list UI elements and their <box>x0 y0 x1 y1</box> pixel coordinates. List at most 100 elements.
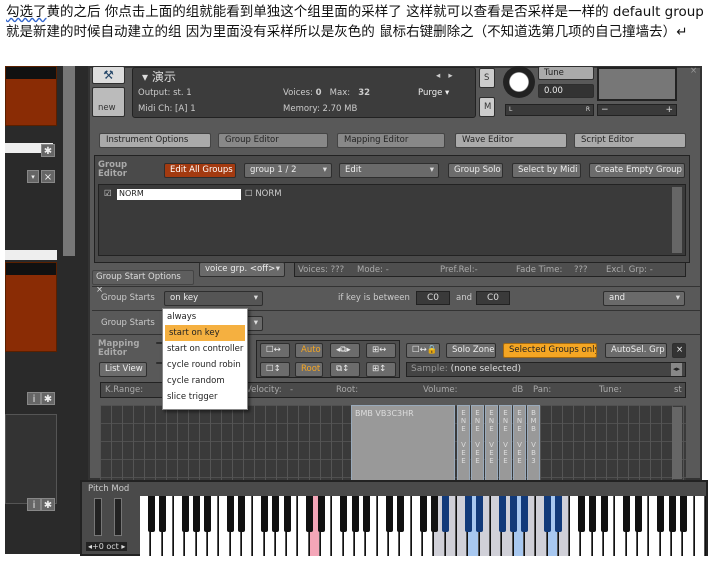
new-button[interactable]: new <box>92 87 125 117</box>
wrench-icon[interactable]: ⚒ <box>92 66 125 84</box>
mod-wheel[interactable] <box>114 498 122 536</box>
info-icon[interactable]: i <box>27 498 41 511</box>
sample-zone-column[interactable]: E N E V E E <box>471 405 484 481</box>
autosel-grp-button[interactable]: AutoSel. Grp <box>605 343 667 358</box>
black-key[interactable] <box>623 496 631 532</box>
keyboard-horizontal-icon[interactable]: ⊞↔ <box>366 343 396 358</box>
scrollbar[interactable] <box>672 407 682 479</box>
volume-slider[interactable]: − + <box>597 104 677 116</box>
black-key[interactable] <box>193 496 201 532</box>
gear-icon[interactable]: ✱ <box>41 144 55 157</box>
gear-icon[interactable]: ✱ <box>41 498 55 511</box>
black-key[interactable] <box>668 496 676 532</box>
edit-all-groups-button[interactable]: Edit All Groups <box>164 163 236 178</box>
black-key[interactable] <box>340 496 348 532</box>
black-key[interactable] <box>657 496 665 532</box>
tab-instrument-options[interactable]: Instrument Options <box>99 133 211 148</box>
violin-instrument-panel[interactable] <box>5 262 57 352</box>
scrollbar[interactable] <box>63 66 75 256</box>
selected-groups-only-button[interactable]: Selected Groups only <box>503 343 597 358</box>
sample-zone-column[interactable]: E N E V E E <box>513 405 526 481</box>
black-key[interactable] <box>272 496 280 532</box>
group-starts-dropdown[interactable]: on key <box>164 291 263 306</box>
black-key[interactable] <box>351 496 359 532</box>
close-icon[interactable]: × <box>690 66 697 76</box>
fit-vertical-icon[interactable]: ☐↕ <box>260 362 290 377</box>
zoom-vertical-icon[interactable]: ⧉↕ <box>330 362 360 377</box>
sample-zone-column[interactable]: E N E V E E <box>457 405 470 481</box>
black-key[interactable] <box>634 496 642 532</box>
group-item[interactable]: ☐ NORM <box>245 189 282 199</box>
max-value[interactable]: 32 <box>358 88 370 98</box>
mode-dropdown[interactable]: Mode: - <box>357 265 389 275</box>
scrollbar[interactable] <box>672 187 682 253</box>
sample-nav-arrows[interactable]: ◂▸ <box>670 363 682 376</box>
piano-keyboard[interactable] <box>140 496 706 556</box>
fade-time-value[interactable]: ??? <box>574 265 588 275</box>
white-key[interactable] <box>694 496 705 556</box>
mute-button[interactable]: M <box>479 97 495 117</box>
pitch-bend-wheel[interactable] <box>94 498 102 536</box>
tab-script-editor[interactable]: Script Editor <box>574 133 686 148</box>
black-key[interactable] <box>159 496 167 532</box>
menu-item-always[interactable]: always <box>163 309 247 325</box>
info-icon[interactable]: i <box>27 392 41 405</box>
velocity-value[interactable]: - <box>290 385 293 395</box>
black-key[interactable] <box>306 496 314 532</box>
instrument-panel[interactable] <box>5 66 57 126</box>
black-key[interactable] <box>476 496 484 532</box>
black-key[interactable] <box>362 496 370 532</box>
edit-dropdown[interactable]: Edit <box>339 163 439 178</box>
black-key[interactable] <box>419 496 427 532</box>
zoom-horizontal-icon[interactable]: ◂⧉▸ <box>330 343 360 358</box>
black-key[interactable] <box>238 496 246 532</box>
black-key[interactable] <box>317 496 325 532</box>
black-key[interactable] <box>464 496 472 532</box>
tab-mapping-editor[interactable]: Mapping Editor <box>337 133 445 148</box>
output-value[interactable]: st. 1 <box>173 88 192 98</box>
name-field[interactable] <box>5 250 57 260</box>
instrument-name[interactable]: ▾ 演示 <box>142 68 176 85</box>
pref-rel-dropdown[interactable]: Pref.Rel:- <box>440 265 478 275</box>
collapse-icon[interactable]: ▾ <box>27 170 39 183</box>
black-key[interactable] <box>204 496 212 532</box>
checkbox-checked[interactable]: ☑ <box>104 189 112 199</box>
black-key[interactable] <box>261 496 269 532</box>
high-key-field[interactable]: C0 <box>476 291 510 305</box>
prev-next-arrows[interactable]: ◂ ▸ <box>436 71 453 81</box>
black-key[interactable] <box>589 496 597 532</box>
list-view-button[interactable]: List View <box>99 362 147 377</box>
menu-item-cycle-random[interactable]: cycle random <box>163 373 247 389</box>
black-key[interactable] <box>510 496 518 532</box>
group-solo-button[interactable]: Group Solo <box>448 163 503 178</box>
black-key[interactable] <box>679 496 687 532</box>
voices-field[interactable]: Voices: ??? <box>298 265 344 275</box>
menu-item-cycle-round-robin[interactable]: cycle round robin <box>163 357 247 373</box>
black-key[interactable] <box>544 496 552 532</box>
keyboard-vertical-icon[interactable]: ⊞↕ <box>366 362 396 377</box>
fit-horizontal-icon[interactable]: ☐↔ <box>260 343 290 358</box>
group-select-dropdown[interactable]: group 1 / 2 <box>244 163 332 178</box>
black-key[interactable] <box>521 496 529 532</box>
auto-button[interactable]: Auto <box>295 343 323 358</box>
close-mapping-button[interactable]: × <box>672 343 686 358</box>
black-key[interactable] <box>181 496 189 532</box>
gear-icon[interactable]: ✱ <box>41 392 55 405</box>
black-key[interactable] <box>555 496 563 532</box>
sample-zone[interactable]: BMB VB3C3HR <box>351 405 455 481</box>
sample-zone-column[interactable]: E N E V E E <box>499 405 512 481</box>
low-key-field[interactable]: C0 <box>416 291 450 305</box>
logic-dropdown[interactable]: and <box>603 291 685 306</box>
instrument-panel[interactable] <box>5 414 57 504</box>
black-key[interactable] <box>430 496 438 532</box>
lock-icon[interactable]: ☐↔🔒 <box>406 343 440 358</box>
menu-item-slice-trigger[interactable]: slice trigger <box>163 389 247 405</box>
black-key[interactable] <box>442 496 450 532</box>
black-key[interactable] <box>396 496 404 532</box>
menu-item-start-on-key[interactable]: start on key <box>165 325 245 341</box>
menu-item-start-on-controller[interactable]: start on controller <box>163 341 247 357</box>
tab-group-editor[interactable]: Group Editor <box>218 133 328 148</box>
octave-shift[interactable]: ◂+0 oct ▸ <box>86 542 128 551</box>
tab-wave-editor[interactable]: Wave Editor <box>455 133 567 148</box>
root-button[interactable]: Root <box>295 362 323 377</box>
